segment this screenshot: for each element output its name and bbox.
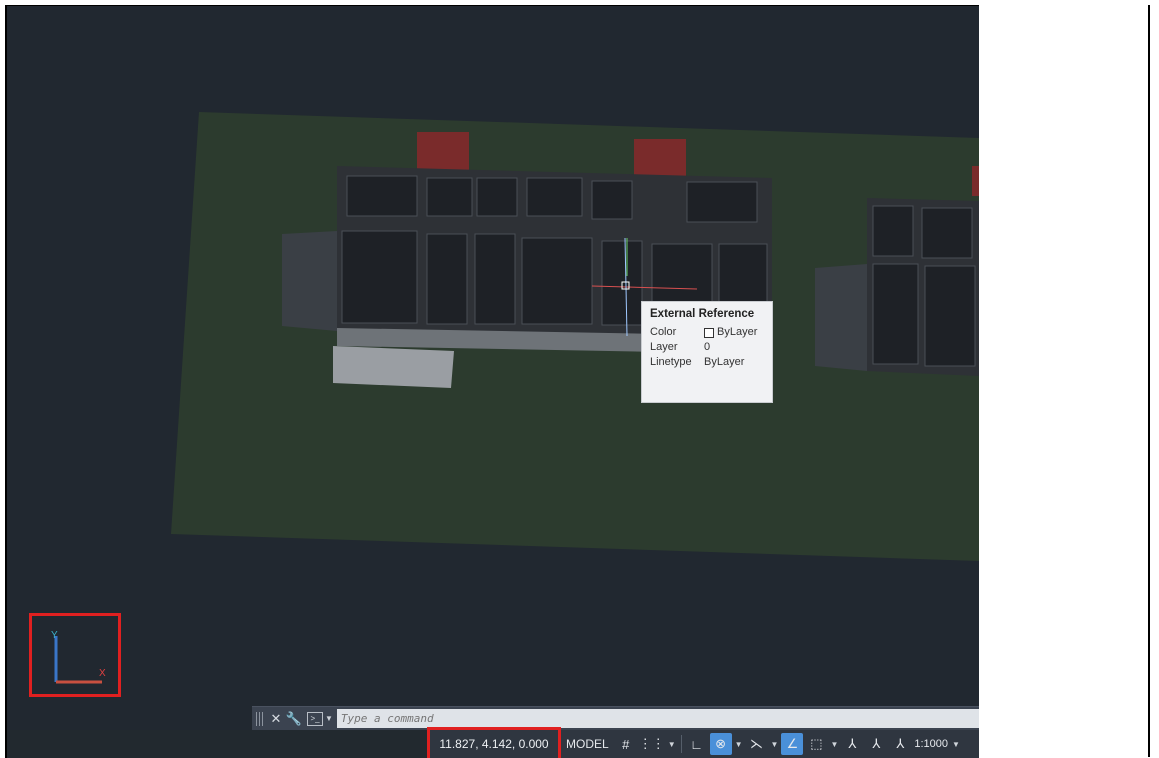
grid-icon[interactable]: # (615, 733, 637, 755)
ucs-icon-highlight: Y X (29, 613, 121, 697)
chevron-down-icon[interactable]: ▼ (952, 740, 960, 749)
ucs-x-label: X (99, 668, 106, 679)
drawing-area[interactable]: External Reference Color ByLayer Layer 0… (5, 5, 979, 758)
tooltip-key: Layer (650, 341, 678, 353)
color-swatch-icon (704, 327, 714, 338)
coordinates-text: 11.827, 4.142, 0.000 (439, 737, 549, 751)
isometric-icon[interactable]: ⋋ (746, 733, 768, 755)
auto-scale-icon[interactable]: ⅄ (865, 733, 887, 755)
close-icon[interactable]: ✕ (267, 710, 285, 728)
model-viewport[interactable]: External Reference Color ByLayer Layer 0… (7, 6, 979, 706)
command-input[interactable] (336, 709, 979, 728)
tooltip-row-color: Color ByLayer (650, 325, 764, 340)
model-space-button[interactable]: MODEL (562, 733, 613, 755)
ortho-icon[interactable]: ∟ (686, 733, 708, 755)
tooltip-value: ByLayer (704, 356, 745, 368)
command-line-grip[interactable] (256, 711, 264, 726)
tooltip-value: ByLayer (717, 326, 758, 338)
tooltip-title: External Reference (650, 308, 755, 320)
tooltip-key: Linetype (650, 356, 692, 368)
tooltip-row-layer: Layer 0 (650, 340, 764, 355)
annotation-visibility-icon[interactable]: ⅄ (841, 733, 863, 755)
chevron-down-icon[interactable]: ▼ (735, 740, 743, 749)
chevron-down-icon[interactable]: ▼ (771, 740, 779, 749)
tooltip-value: 0 (704, 341, 711, 353)
status-bar-spacer (7, 730, 427, 758)
customize-wrench-icon[interactable]: 🔧 (285, 710, 303, 728)
polar-tracking-icon[interactable]: ⊗ (709, 733, 732, 755)
object-snap-tracking-icon[interactable]: ∠ (781, 733, 804, 755)
external-reference-tooltip: External Reference Color ByLayer Layer 0… (641, 301, 773, 403)
ucs-icon[interactable]: Y X (32, 616, 118, 694)
status-bar: 11.827, 4.142, 0.000 MODEL # ⋮⋮ ▼ ∟ ⊗ ▼ … (7, 727, 979, 758)
coordinates-readout[interactable]: 11.827, 4.142, 0.000 (427, 727, 561, 758)
window-border (1148, 5, 1150, 757)
chevron-down-icon[interactable]: ▼ (668, 740, 676, 749)
command-line: ✕ 🔧 >_ ▼ (252, 706, 979, 730)
snap-icon[interactable]: ⋮⋮ (639, 733, 665, 755)
tooltip-key: Color (650, 326, 677, 338)
annotation-scale-value[interactable]: 1:1000 (912, 738, 950, 750)
annotation-scale-icon[interactable]: ⅄ (889, 733, 911, 755)
ucs-y-label: Y (51, 630, 58, 641)
chevron-down-icon[interactable]: ▼ (830, 740, 838, 749)
chevron-down-icon[interactable]: ▼ (325, 714, 333, 723)
3d-model-view[interactable] (7, 6, 979, 706)
command-prompt-icon[interactable]: >_ (307, 711, 323, 726)
object-snap-icon[interactable]: ⬚ (805, 733, 827, 755)
tooltip-row-linetype: Linetype ByLayer (650, 355, 764, 370)
